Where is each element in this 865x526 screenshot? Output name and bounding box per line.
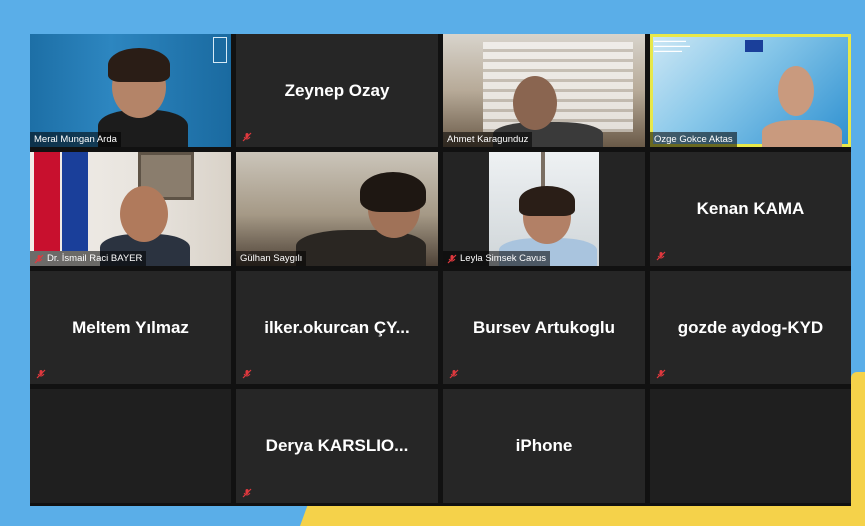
mic-off-icon — [447, 254, 457, 264]
participant-video — [296, 230, 426, 266]
participant-name: Kenan KAMA — [696, 199, 805, 218]
participant-tile[interactable]: Meltem Yılmaz — [30, 271, 231, 384]
participant-tile[interactable]: Leyla Simsek Cavus — [443, 152, 645, 266]
participant-tile[interactable]: ilker.okurcan ÇY... — [236, 271, 438, 384]
participant-name-label: Ahmet Karagunduz — [443, 132, 533, 147]
participant-tile[interactable]: iPhone — [443, 389, 645, 503]
participant-name: Meltem Yılmaz — [72, 317, 189, 337]
participant-tile[interactable]: Gülhan Saygılı — [236, 152, 438, 266]
participant-name-label: Gülhan Saygılı — [236, 251, 307, 266]
participant-tile[interactable]: Ahmet Karagunduz — [443, 34, 645, 147]
eu-flag-icon — [745, 40, 763, 52]
slide-text: ▬▬▬▬▬▬▬▬ ▬▬▬▬▬▬▬▬▬ ▬▬▬▬▬▬▬ — [654, 38, 690, 53]
participant-name: gozde aydog-KYD — [677, 317, 824, 337]
empty-tile — [650, 389, 851, 503]
mic-off-icon — [242, 369, 252, 379]
participant-tile[interactable]: Dr. İsmail Raci BAYER — [30, 152, 231, 266]
participant-tile[interactable]: Meral Mungan Arda — [30, 34, 231, 147]
mic-off-icon — [449, 369, 459, 379]
participant-name: Zeynep Ozay — [284, 80, 390, 100]
empty-tile — [30, 389, 231, 503]
participant-name: iPhone — [515, 436, 573, 455]
mic-off-icon — [242, 132, 252, 142]
participant-name: Derya KARSLIO... — [265, 436, 409, 455]
participant-name-label: Meral Mungan Arda — [30, 132, 121, 147]
participant-name-label: Ozge Gokce Aktas — [650, 132, 737, 147]
participant-tile[interactable]: Derya KARSLIO... — [236, 389, 438, 503]
participant-name: ilker.okurcan ÇY... — [264, 317, 410, 337]
participant-tile[interactable]: Zeynep Ozay — [236, 34, 438, 147]
participant-tile[interactable]: gozde aydog-KYD — [650, 271, 851, 384]
mic-off-icon — [656, 369, 666, 379]
participant-video — [762, 120, 842, 147]
participant-name: Bursev Artukoglu — [472, 317, 615, 337]
decorative-yellow-band — [300, 505, 865, 526]
turkey-flag-icon — [34, 152, 60, 251]
eu-flag-icon — [62, 152, 88, 251]
participant-tile[interactable]: Bursev Artukoglu — [443, 271, 645, 384]
participant-tile-active-speaker[interactable]: ▬▬▬▬▬▬▬▬ ▬▬▬▬▬▬▬▬▬ ▬▬▬▬▬▬▬ Ozge Gokce Akta… — [650, 34, 851, 147]
participant-name-label: Dr. İsmail Raci BAYER — [30, 251, 147, 266]
mic-off-icon — [36, 369, 46, 379]
mic-off-icon — [656, 251, 666, 261]
mic-off-icon — [34, 254, 44, 264]
video-grid: Meral Mungan Arda Zeynep Ozay Ahmet Kara… — [30, 34, 851, 506]
undp-logo-icon — [213, 37, 227, 63]
participant-tile[interactable]: Kenan KAMA — [650, 152, 851, 266]
mic-off-icon — [242, 488, 252, 498]
participant-name-label: Leyla Simsek Cavus — [443, 251, 551, 266]
decorative-yellow-shape — [851, 372, 865, 526]
